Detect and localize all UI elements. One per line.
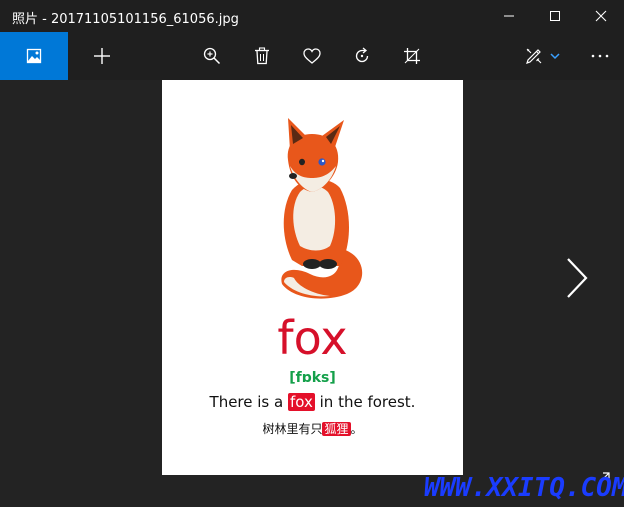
rotate-button[interactable] [350, 32, 374, 80]
more-button[interactable] [584, 32, 616, 80]
crop-icon [404, 48, 420, 64]
more-icon [591, 54, 609, 58]
favorite-button[interactable] [300, 32, 324, 80]
rotate-icon [355, 47, 369, 63]
add-button[interactable] [88, 32, 116, 80]
image-icon [26, 48, 42, 64]
zoom-button[interactable] [200, 32, 224, 80]
vocab-word: fox [277, 311, 348, 365]
chevron-down-icon [550, 53, 560, 60]
title-bar: 照片 - 20171105101156_61056.jpg [0, 0, 624, 32]
window-title: 照片 - 20171105101156_61056.jpg [12, 12, 239, 27]
cn-highlight: 狐狸 [322, 422, 351, 436]
edit-dropdown-button[interactable] [548, 32, 562, 80]
close-button[interactable] [578, 0, 624, 32]
sentence-highlight: fox [287, 393, 315, 411]
minimize-icon [504, 15, 514, 17]
maximize-icon [550, 11, 560, 21]
edit-icon [526, 48, 542, 64]
delete-icon [255, 47, 269, 65]
edit-button[interactable] [522, 32, 546, 80]
crop-button[interactable] [400, 32, 424, 80]
chevron-right-icon [567, 258, 588, 298]
toolbar [0, 32, 624, 80]
watermark: WWW.XXITQ.COM [424, 473, 624, 503]
minimize-button[interactable] [486, 0, 532, 32]
heart-icon [303, 48, 321, 64]
chinese-sentence: 树林里有只 狐狸。 [162, 420, 463, 437]
sentence-before: There is a [209, 393, 288, 411]
zoom-in-icon [203, 47, 221, 65]
collection-button[interactable] [0, 32, 68, 80]
cn-before: 树林里有只 [262, 422, 323, 436]
delete-button[interactable] [250, 32, 274, 80]
fox-illustration [281, 118, 363, 299]
sentence-after: in the forest. [314, 393, 416, 411]
close-icon [595, 10, 607, 22]
cn-after: 。 [350, 422, 363, 436]
photo: fox [fɒks] There is a fox in the forest.… [162, 80, 463, 475]
example-sentence: There is a fox in the forest. [162, 393, 463, 411]
phonetic: [fɒks] [289, 370, 336, 386]
plus-icon [94, 48, 110, 64]
maximize-button[interactable] [532, 0, 578, 32]
next-photo-button[interactable] [560, 255, 592, 301]
